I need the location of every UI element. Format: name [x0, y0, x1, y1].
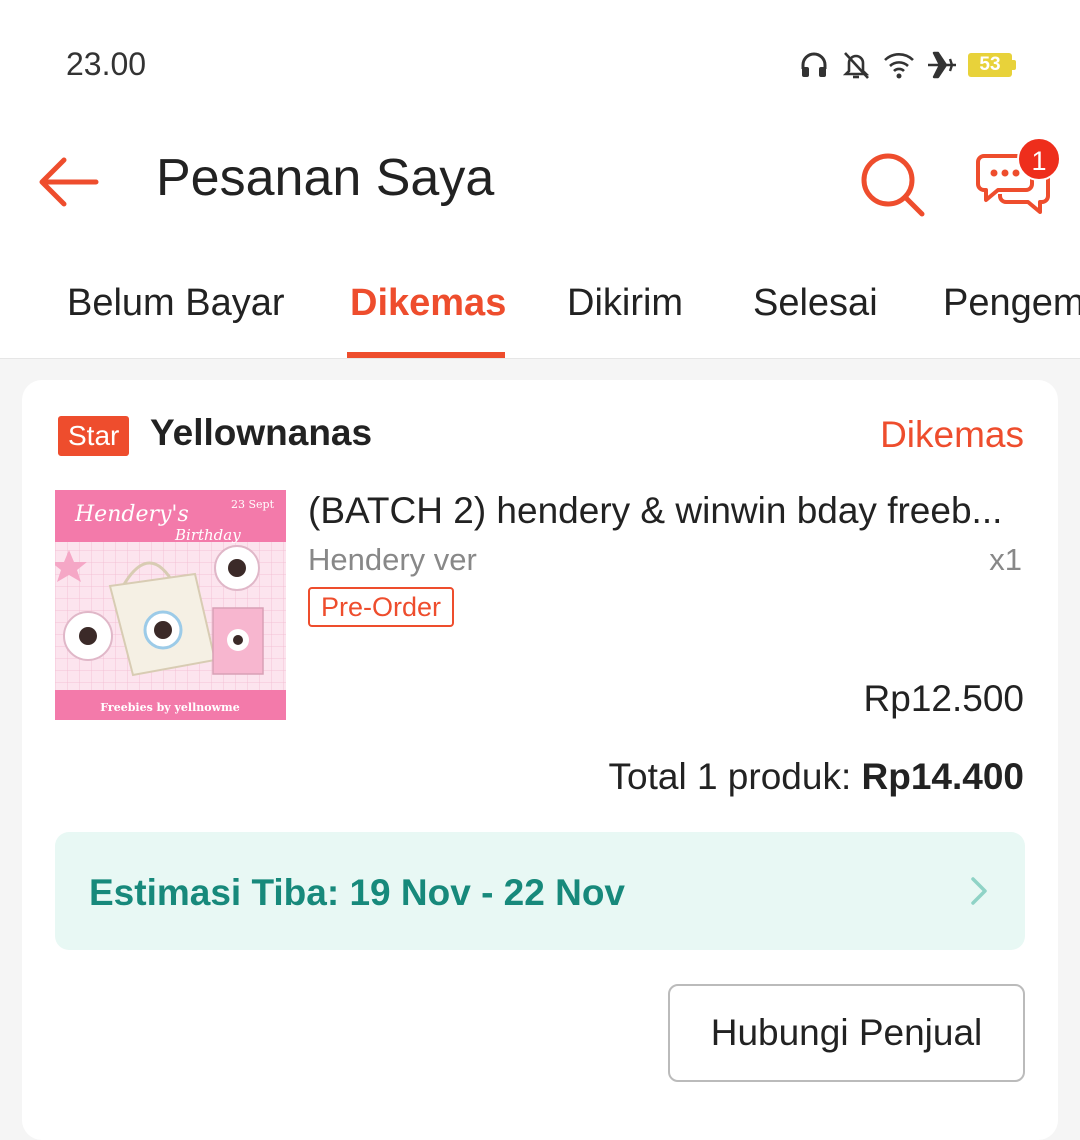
shop-name[interactable]: Yellownanas: [150, 412, 372, 454]
battery-icon: 53: [968, 53, 1016, 77]
product-image[interactable]: Hendery's Birthday 23 Sept Freebies by y…: [55, 490, 286, 720]
search-icon[interactable]: [858, 150, 926, 218]
order-status: Dikemas: [880, 414, 1024, 455]
status-time: 23.00: [66, 46, 147, 82]
tab-belum-bayar[interactable]: Belum Bayar: [67, 282, 285, 325]
product-image-date: 23 Sept: [231, 498, 275, 511]
product-quantity: x1: [989, 542, 1022, 577]
wifi-icon: [884, 53, 914, 79]
product-price: Rp12.500: [863, 678, 1024, 719]
order-tabs: Belum Bayar Dikemas Dikirim Selesai Peng…: [0, 282, 1080, 359]
star-seller-badge: Star: [58, 416, 130, 456]
page-title: Pesanan Saya: [156, 149, 495, 207]
preorder-tag: Pre-Order: [308, 587, 455, 627]
product-image-title: Hendery's: [74, 502, 189, 527]
order-total-value: Rp14.400: [861, 756, 1025, 797]
product-image-subtitle: Birthday: [174, 526, 241, 544]
bell-off-icon: [842, 52, 870, 79]
chat-notification-badge: 1: [1017, 137, 1061, 181]
tab-selesai[interactable]: Selesai: [753, 282, 878, 325]
delivery-estimate[interactable]: Estimasi Tiba: 19 Nov - 22 Nov: [55, 832, 1025, 950]
airplane-icon: [928, 51, 956, 79]
tab-dikirim[interactable]: Dikirim: [567, 282, 683, 325]
product-variant: Hendery ver: [308, 542, 477, 577]
product-name[interactable]: (BATCH 2) hendery & winwin bday freeb...: [308, 490, 1028, 532]
back-arrow-icon[interactable]: [34, 152, 100, 212]
order-total: Total 1 produk: Rp14.400: [609, 756, 1024, 798]
order-total-label: Total 1 produk:: [608, 756, 862, 797]
battery-level: 53: [979, 54, 1001, 75]
tab-pengembalian[interactable]: Pengem: [943, 282, 1080, 325]
active-tab-indicator: [347, 352, 505, 358]
delivery-estimate-text: Estimasi Tiba: 19 Nov - 22 Nov: [89, 872, 626, 913]
headphones-icon: [801, 52, 827, 77]
product-image-footer: Freebies by yellnowme: [100, 701, 239, 714]
chevron-right-icon: [971, 877, 987, 905]
contact-seller-button[interactable]: Hubungi Penjual: [668, 984, 1025, 1082]
tab-dikemas[interactable]: Dikemas: [350, 282, 506, 325]
status-icons: 53: [798, 46, 1016, 84]
